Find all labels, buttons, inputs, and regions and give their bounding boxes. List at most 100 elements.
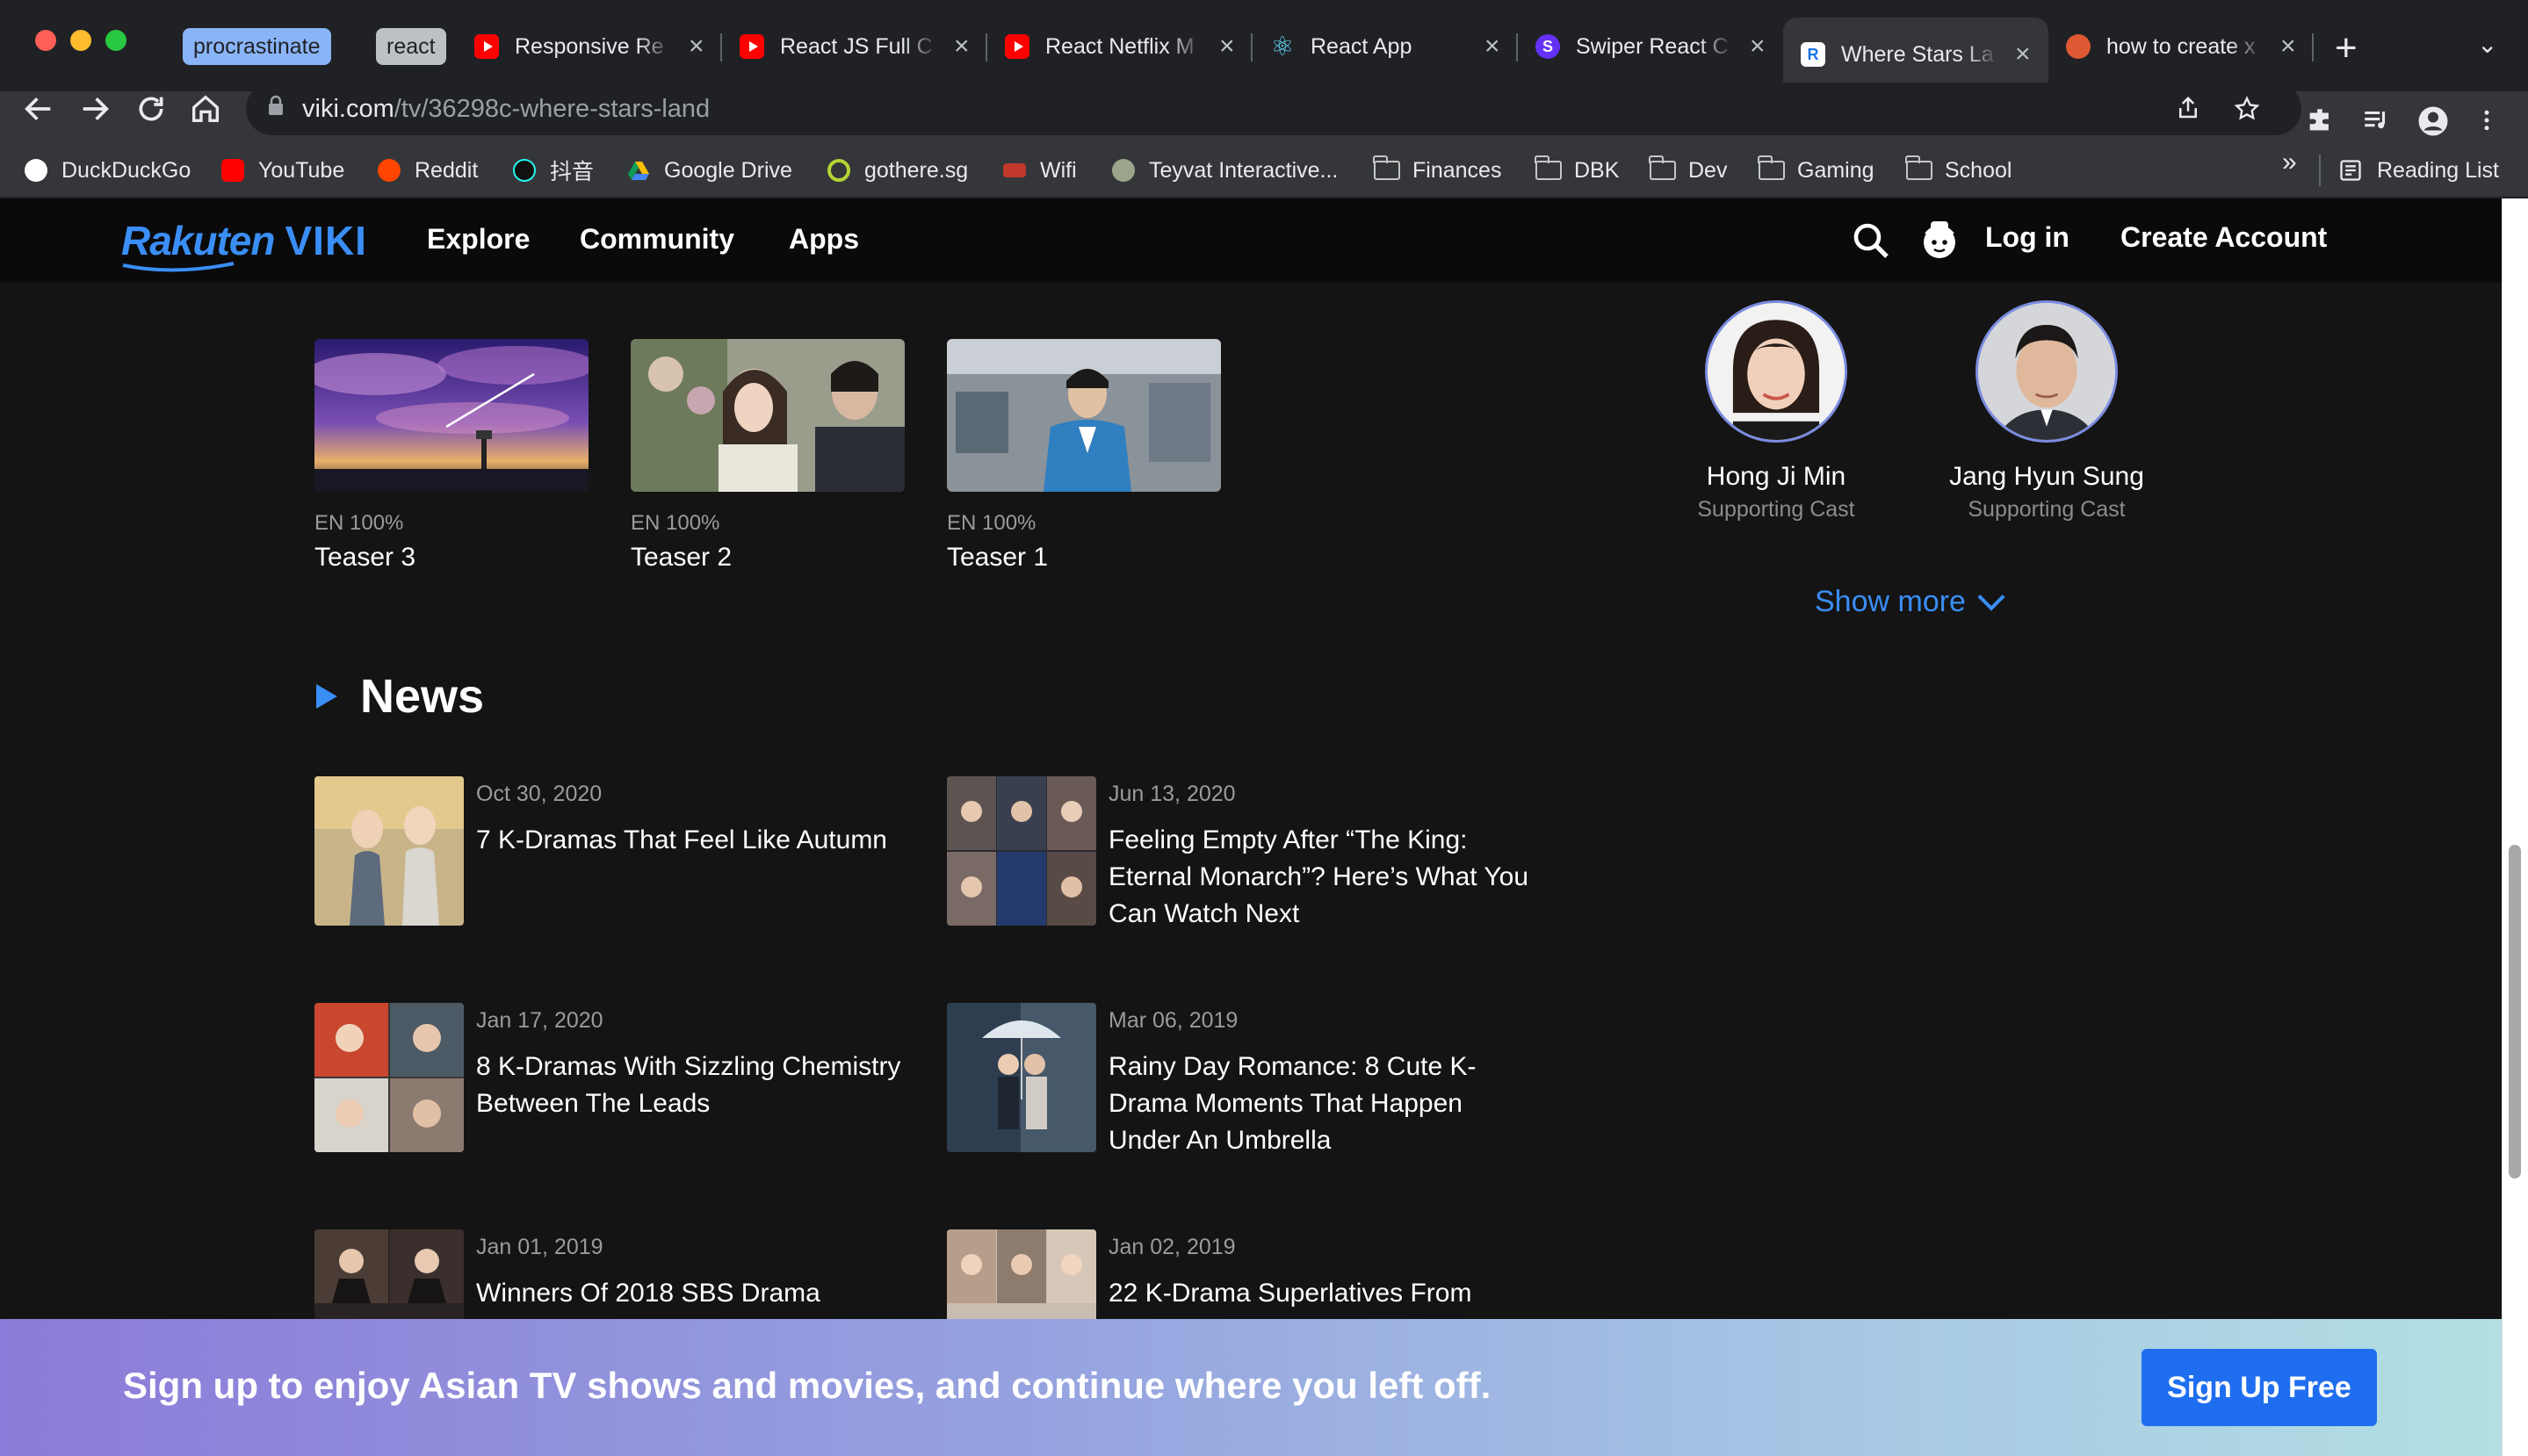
close-tab-icon[interactable]: × xyxy=(2280,32,2296,61)
bookmark-reddit[interactable]: Reddit xyxy=(378,153,478,188)
news-thumbnail[interactable] xyxy=(947,776,1096,926)
airport-staff-image xyxy=(947,339,1221,492)
news-title[interactable]: 7 K-Dramas That Feel Like Autumn xyxy=(476,822,906,859)
bookmark-youtube[interactable]: YouTube xyxy=(221,153,344,188)
bookmark-label: Dev xyxy=(1688,157,1728,183)
news-thumbnail[interactable] xyxy=(314,776,464,926)
search-icon[interactable] xyxy=(1850,220,1892,262)
reddit-icon xyxy=(378,159,401,182)
news-thumbnail[interactable] xyxy=(947,1003,1096,1152)
reload-icon[interactable] xyxy=(134,91,169,134)
news-thumbnail[interactable] xyxy=(947,1229,1096,1319)
youtube-icon xyxy=(1005,34,1029,59)
bookmark-folder-dev[interactable]: Dev xyxy=(1649,153,1728,188)
clip-card[interactable]: EN 100% Teaser 3 xyxy=(314,339,589,573)
bookmark-gothere[interactable]: gothere.sg xyxy=(827,153,968,188)
profile-icon[interactable] xyxy=(2417,105,2449,137)
maximize-window-button[interactable] xyxy=(105,30,126,51)
bookmark-folder-finances[interactable]: Finances xyxy=(1373,153,1501,188)
minimize-window-button[interactable] xyxy=(70,30,91,51)
close-tab-icon[interactable]: × xyxy=(1219,32,1235,61)
youtube-icon xyxy=(474,34,499,59)
avatar[interactable] xyxy=(1975,300,2118,443)
browser-tab[interactable]: React JS Full C × xyxy=(740,18,970,76)
clip-title[interactable]: Teaser 1 xyxy=(947,543,1221,573)
close-tab-icon[interactable]: × xyxy=(1484,32,1500,61)
news-title[interactable]: 22 K-Drama Superlatives From xyxy=(1109,1275,1539,1312)
clip-card[interactable]: EN 100% Teaser 2 xyxy=(631,339,905,573)
sign-up-free-button[interactable]: Sign Up Free xyxy=(2142,1349,2377,1426)
bookmark-label: Google Drive xyxy=(664,157,792,183)
nav-apps[interactable]: Apps xyxy=(789,223,859,256)
create-account-link[interactable]: Create Account xyxy=(2120,221,2327,254)
news-title[interactable]: 8 K-Dramas With Sizzling Chemistry Betwe… xyxy=(476,1049,906,1122)
viki-mascot-icon[interactable] xyxy=(1920,216,1959,262)
login-link[interactable]: Log in xyxy=(1985,221,2069,254)
bookmark-douyin[interactable]: 抖音 xyxy=(513,153,594,188)
home-icon[interactable] xyxy=(188,91,223,134)
news-title[interactable]: Winners Of 2018 SBS Drama xyxy=(476,1275,906,1312)
extensions-icon[interactable] xyxy=(2305,105,2335,135)
bookmark-star-icon[interactable] xyxy=(2233,95,2261,123)
react-icon: ⚛ xyxy=(1270,32,1295,61)
news-title[interactable]: Rainy Day Romance: 8 Cute K-Drama Moment… xyxy=(1109,1049,1539,1159)
close-tab-icon[interactable]: × xyxy=(2015,40,2031,69)
bookmark-folder-gaming[interactable]: Gaming xyxy=(1758,153,1874,188)
tab-group-react[interactable]: react xyxy=(376,28,446,65)
close-tab-icon[interactable]: × xyxy=(689,32,704,61)
tab-divider xyxy=(986,33,987,61)
menu-kebab-icon[interactable] xyxy=(2474,105,2500,135)
browser-tab[interactable]: S Swiper React C × xyxy=(1535,18,1766,76)
browser-tab[interactable]: Responsive Re × xyxy=(474,18,704,76)
share-icon[interactable] xyxy=(2175,95,2201,121)
tab-search-chevron-icon[interactable]: ⌄ xyxy=(2477,30,2497,59)
news-thumbnail[interactable] xyxy=(314,1229,464,1319)
cast-name[interactable]: Hong Ji Min xyxy=(1644,462,1908,492)
browser-tab-active[interactable]: R Where Stars La × xyxy=(1783,18,2048,91)
new-tab-icon[interactable]: + xyxy=(2335,26,2358,70)
news-thumbnail[interactable] xyxy=(314,1003,464,1152)
bookmark-duckduckgo[interactable]: DuckDuckGo xyxy=(25,153,191,188)
clip-title[interactable]: Teaser 2 xyxy=(631,543,905,573)
address-bar[interactable]: viki.com/tv/36298c-where-stars-land xyxy=(246,83,2301,135)
forward-icon[interactable] xyxy=(77,91,112,134)
browser-tab[interactable]: React Netflix M × xyxy=(1005,18,1235,76)
page-scrollbar-track[interactable] xyxy=(2502,198,2528,1456)
bookmarks-overflow-chevron-icon[interactable]: » xyxy=(2282,148,2297,177)
bookmark-folder-dbk[interactable]: DBK xyxy=(1535,153,1619,188)
bookmark-teyvat[interactable]: Teyvat Interactive... xyxy=(1112,153,1338,188)
sbs-awards-image xyxy=(314,1229,464,1319)
bookmark-folder-school[interactable]: School xyxy=(1905,153,2012,188)
cast-name[interactable]: Jang Hyun Sung xyxy=(1915,462,2178,492)
clip-card[interactable]: EN 100% Teaser 1 xyxy=(947,339,1221,573)
close-tab-icon[interactable]: × xyxy=(1750,32,1766,61)
clip-thumbnail[interactable] xyxy=(314,339,589,492)
clip-thumbnail[interactable] xyxy=(947,339,1221,492)
avatar[interactable] xyxy=(1705,300,1847,443)
reading-list-button[interactable]: Reading List xyxy=(2338,153,2499,188)
back-icon[interactable] xyxy=(21,91,56,134)
media-controls-icon[interactable] xyxy=(2361,105,2391,135)
page-scrollbar-thumb[interactable] xyxy=(2509,845,2521,1178)
clip-thumbnail[interactable] xyxy=(631,339,905,492)
browser-tab[interactable]: how to create x × xyxy=(2066,18,2296,76)
bookmark-wifi[interactable]: Wifi xyxy=(1003,153,1077,188)
news-title[interactable]: Feeling Empty After “The King: Eternal M… xyxy=(1109,822,1539,933)
bookmark-label: Reddit xyxy=(415,157,479,183)
close-window-button[interactable] xyxy=(35,30,56,51)
nav-explore[interactable]: Explore xyxy=(427,223,530,256)
cast-card[interactable]: Hong Ji Min Supporting Cast xyxy=(1644,300,1908,523)
browser-tab[interactable]: ⚛ React App × xyxy=(1270,18,1500,76)
tab-divider xyxy=(1251,33,1253,61)
close-tab-icon[interactable]: × xyxy=(954,32,970,61)
couple-scene-image xyxy=(631,339,905,492)
tab-group-procrastinate[interactable]: procrastinate xyxy=(183,28,331,65)
bookmark-google-drive[interactable]: Google Drive xyxy=(627,153,792,188)
nav-community[interactable]: Community xyxy=(580,223,734,256)
superlatives-collage-image xyxy=(947,1229,1096,1319)
rakuten-viki-logo[interactable]: Rakuten VIKI xyxy=(121,214,367,267)
cast-card[interactable]: Jang Hyun Sung Supporting Cast xyxy=(1915,300,2178,523)
site-header: Rakuten VIKI Explore Community Apps Log … xyxy=(0,198,2502,283)
show-more-button[interactable]: Show more xyxy=(1815,582,2005,619)
clip-title[interactable]: Teaser 3 xyxy=(314,543,589,573)
